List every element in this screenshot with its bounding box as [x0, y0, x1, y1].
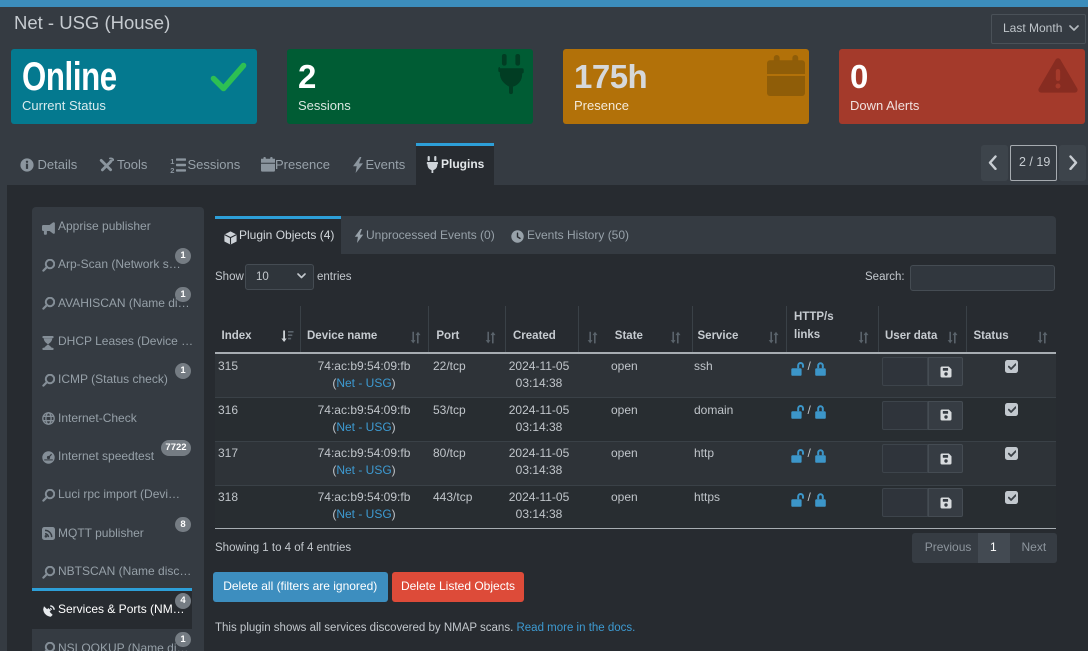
svg-text:2: 2: [170, 166, 174, 173]
svg-text:1: 1: [170, 157, 174, 166]
